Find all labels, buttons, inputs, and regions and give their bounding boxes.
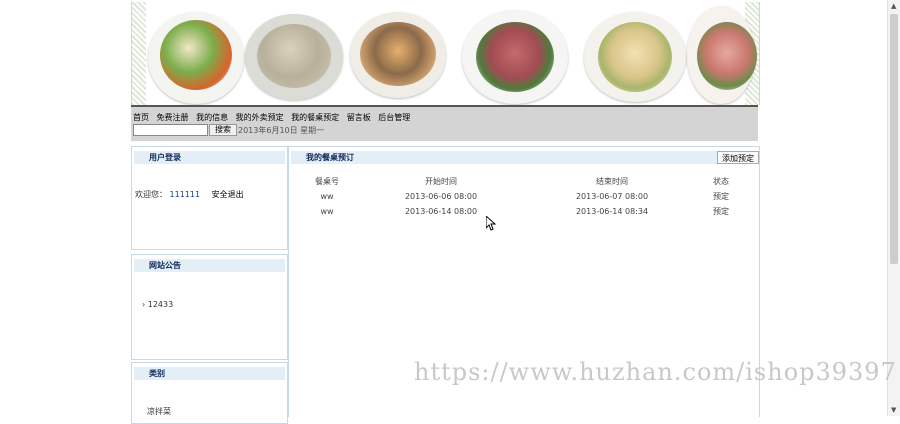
category-box: 类别 凉拌菜: [131, 362, 288, 424]
scroll-down-icon[interactable]: ▼: [891, 406, 896, 414]
category-box-title: 类别: [134, 367, 285, 380]
table-cell: 2013-06-06 08:00: [404, 192, 478, 201]
nav-link-admin[interactable]: 后台管理: [378, 113, 410, 122]
column-header: 结束时间: [596, 177, 628, 186]
login-status: 欢迎您： 111111 安全退出: [135, 189, 244, 200]
column-header: 餐桌号: [315, 177, 339, 186]
table-cell: ww: [320, 207, 334, 216]
dish-image: [462, 10, 568, 104]
page-scrollbar[interactable]: ▲ ▼: [887, 0, 900, 416]
panel-title: 我的餐桌预订: [291, 151, 726, 164]
category-item[interactable]: 凉拌菜: [147, 406, 171, 417]
table-cell: 预定: [713, 207, 729, 216]
table-row: ww 2013-06-06 08:00 2013-06-07 08:00 预定: [303, 189, 749, 204]
dish-image: [584, 12, 686, 102]
table-cell: 2013-06-14 08:00: [404, 207, 478, 216]
login-box-title: 用户登录: [134, 151, 285, 164]
notice-item-text: 12433: [147, 300, 174, 309]
scroll-up-icon[interactable]: ▲: [891, 2, 896, 10]
page-container: 首页 免费注册 我的信息 我的外卖预定 我的餐桌预定 留言板 后台管理 搜索 2…: [131, 0, 760, 424]
logout-link[interactable]: 安全退出: [212, 190, 244, 199]
current-date: 2013年6月10日 星期一: [238, 126, 325, 135]
scroll-thumb[interactable]: [890, 14, 898, 264]
nav-link-takeout-orders[interactable]: 我的外卖预定: [236, 113, 284, 122]
nav-link-register[interactable]: 免费注册: [157, 113, 189, 122]
banner: [131, 2, 760, 105]
banner-edge-left: [132, 2, 146, 105]
watermark-text: https://www.huzhan.com/ishop39397: [414, 358, 897, 386]
column-header: 开始时间: [425, 177, 457, 186]
nav-link-my-info[interactable]: 我的信息: [196, 113, 228, 122]
welcome-label: 欢迎您：: [135, 190, 167, 199]
dish-image: [148, 12, 244, 104]
table-cell: 2013-06-14 08:34: [575, 207, 649, 216]
reservation-table: 餐桌号 开始时间 结束时间 状态 ww 2013-06-06 08:00 201…: [303, 174, 749, 219]
table-cell: 2013-06-07 08:00: [575, 192, 649, 201]
username: 111111: [169, 190, 201, 199]
nav-link-home[interactable]: 首页: [133, 113, 149, 122]
table-cell: 预定: [713, 192, 729, 201]
login-box: 用户登录 欢迎您： 111111 安全退出: [131, 146, 288, 250]
table-cell: ww: [320, 192, 334, 201]
dish-image: [687, 6, 757, 104]
add-reservation-button[interactable]: 添加预定: [717, 151, 759, 164]
search-input[interactable]: [133, 124, 208, 136]
nav-link-message-board[interactable]: 留言板: [347, 113, 371, 122]
notice-box: 网站公告 › 12433: [131, 254, 288, 360]
search-button[interactable]: 搜索: [209, 124, 237, 136]
column-header: 状态: [713, 177, 729, 186]
nav-links: 首页 免费注册 我的信息 我的外卖预定 我的餐桌预定 留言板 后台管理: [133, 112, 415, 123]
notice-item[interactable]: › 12433: [142, 300, 173, 309]
mouse-cursor-icon: [486, 216, 496, 231]
bullet-icon: ›: [142, 300, 146, 309]
notice-box-title: 网站公告: [134, 259, 285, 272]
dish-image: [350, 12, 446, 98]
nav-link-table-reservations[interactable]: 我的餐桌预定: [291, 113, 339, 122]
table-header-row: 餐桌号 开始时间 结束时间 状态: [303, 174, 749, 189]
dish-image: [245, 14, 343, 100]
table-row: ww 2013-06-14 08:00 2013-06-14 08:34 预定: [303, 204, 749, 219]
